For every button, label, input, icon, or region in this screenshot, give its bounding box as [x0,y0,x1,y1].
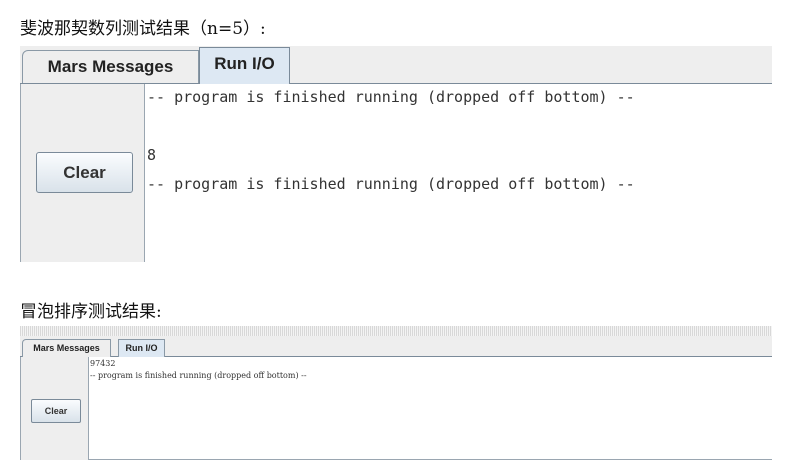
clear-button[interactable]: Clear [36,152,133,193]
output-line: 97432 [90,359,116,368]
tab-run-io[interactable]: Run I/O [118,339,165,357]
output-line: -- program is finished running (dropped … [147,175,635,193]
bubble-sort-heading: 冒泡排序测试结果: [20,302,162,322]
clear-button[interactable]: Clear [31,399,81,423]
side-panel: Clear [20,84,145,262]
tab-run-io[interactable]: Run I/O [199,47,290,84]
output-line: -- program is finished running (dropped … [147,88,635,106]
output-line: 8 [147,146,157,164]
tab-mars-messages[interactable]: Mars Messages [22,50,199,83]
fibonacci-heading: 斐波那契数列测试结果（n=5）: [20,19,266,39]
mars-io-panel-bubble-sort: Mars Messages Run I/O Clear 97432 -- pro… [20,326,772,460]
tab-bar: Mars Messages Run I/O [20,46,772,84]
mars-io-panel-fibonacci: Mars Messages Run I/O Clear -- program i… [20,46,772,262]
tab-bar: Mars Messages Run I/O [20,336,772,357]
run-io-output[interactable]: 97432 -- program is finished running (dr… [88,357,772,460]
panel-divider [20,326,772,336]
output-line: -- program is finished running (dropped … [90,371,307,380]
tab-mars-messages[interactable]: Mars Messages [22,339,111,357]
run-io-output[interactable]: -- program is finished running (dropped … [144,84,772,262]
side-panel: Clear [20,357,89,460]
